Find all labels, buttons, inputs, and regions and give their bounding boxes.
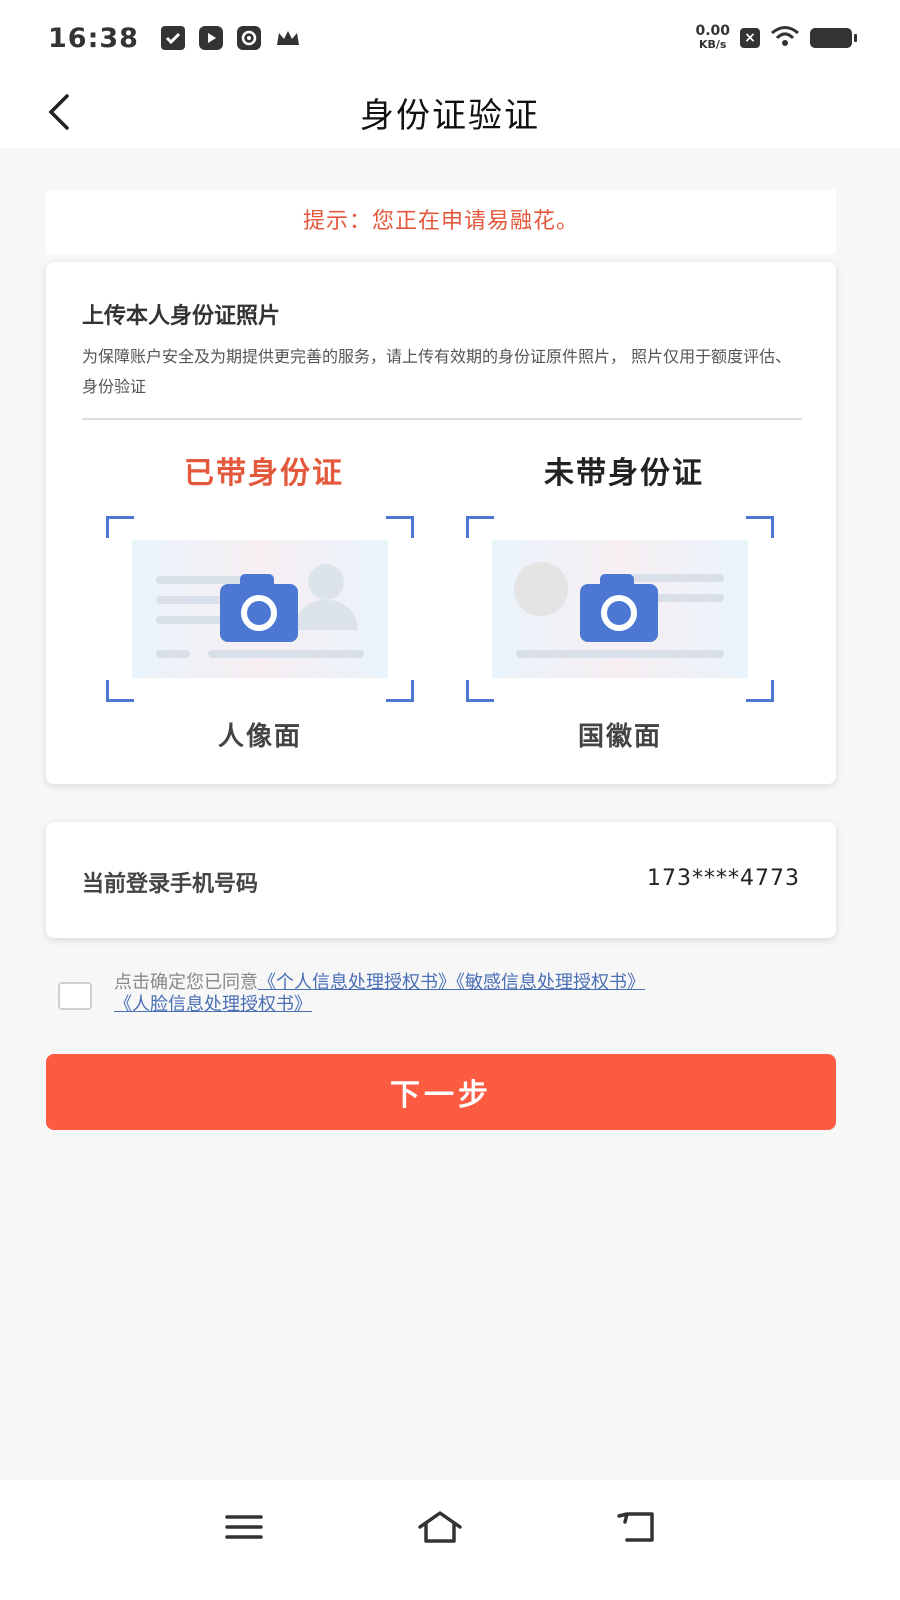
agreement-text: 点击确定您已同意《个人信息处理授权书》《敏感信息处理授权书》《人脸信息处理授权书… <box>114 972 814 1016</box>
id-card-portrait-illustration <box>132 540 388 678</box>
frame-corner <box>746 516 774 538</box>
system-navigation-bar <box>0 1480 900 1600</box>
home-icon <box>418 1511 462 1543</box>
frame-corner <box>106 516 134 538</box>
link-sensitive-info-authorization[interactable]: 《敏感信息处理授权书》 <box>456 972 645 993</box>
battery-icon <box>810 28 857 48</box>
frame-corner <box>466 680 494 702</box>
phone-card: 当前登录手机号码 173****4773 <box>46 822 836 938</box>
camera-icon <box>580 574 658 642</box>
back-arrow-icon <box>617 1512 654 1542</box>
system-back-button[interactable] <box>606 1502 666 1552</box>
status-bar: 16:38 0.00 KB/s × <box>0 0 900 76</box>
divider <box>82 418 802 420</box>
phone-label: 当前登录手机号码 <box>82 872 259 897</box>
placeholder-line <box>208 650 364 658</box>
without-id-heading[interactable]: 未带身份证 <box>464 448 784 492</box>
camera-icon <box>220 574 298 642</box>
portrait-side-label: 人像面 <box>217 722 302 752</box>
page-title: 身份证验证 <box>360 95 540 136</box>
emblem-side-label: 国徽面 <box>577 722 662 752</box>
crown-icon <box>275 28 301 48</box>
upload-description: 为保障账户安全及为期提供更完善的服务，请上传有效期的身份证原件照片， 照片仅用于… <box>82 347 792 396</box>
status-time: 16:38 <box>48 22 139 54</box>
status-system-icons: 0.00 KB/s × <box>695 23 857 51</box>
upload-section-title: 上传本人身份证照片 <box>82 304 281 329</box>
back-button[interactable] <box>30 84 86 140</box>
nav-bar: 身份证验证 <box>0 76 900 148</box>
portrait-side-upload[interactable] <box>104 514 416 704</box>
without-id-heading-wrap: 未带身份证 <box>464 448 784 492</box>
frame-corner <box>466 516 494 538</box>
network-speed-value: 0.00 <box>695 23 730 39</box>
with-id-heading-wrap: 已带身份证 <box>104 448 424 492</box>
close-notify-icon: × <box>740 28 760 48</box>
link-face-info-authorization[interactable]: 《人脸信息处理授权书》 <box>114 994 312 1015</box>
with-id-heading[interactable]: 已带身份证 <box>104 448 424 492</box>
frame-corner <box>106 680 134 702</box>
wifi-icon <box>770 25 800 51</box>
frame-corner <box>386 516 414 538</box>
placeholder-line <box>156 650 190 658</box>
placeholder-line <box>516 650 724 658</box>
national-emblem-icon <box>514 562 568 616</box>
id-upload-card: 上传本人身份证照片 为保障账户安全及为期提供更完善的服务，请上传有效期的身份证原… <box>46 262 836 784</box>
phone-value: 173****4773 <box>647 866 800 891</box>
camera-lens <box>601 595 637 631</box>
emblem-side-upload[interactable] <box>464 514 776 704</box>
placeholder-line <box>632 574 724 582</box>
notification-check-icon <box>160 26 185 50</box>
id-card-emblem-illustration <box>492 540 748 678</box>
notice-banner: 提示：您正在申请易融花。 <box>46 190 836 254</box>
frame-corner <box>386 680 414 702</box>
network-speed: 0.00 KB/s <box>695 23 730 51</box>
agreement-checkbox[interactable] <box>58 982 92 1010</box>
youtube-icon <box>198 26 223 50</box>
link-personal-info-authorization[interactable]: 《个人信息处理授权书》 <box>258 972 456 993</box>
status-notification-icons <box>160 26 301 50</box>
home-button[interactable] <box>410 1502 470 1552</box>
avatar-body <box>294 600 358 630</box>
chevron-left-icon <box>48 94 69 130</box>
menu-icon <box>225 1515 263 1539</box>
avatar-head <box>308 564 344 600</box>
camera-lens <box>241 595 277 631</box>
frame-corner <box>746 680 774 702</box>
network-speed-unit: KB/s <box>698 38 727 51</box>
next-step-button[interactable]: 下一步 <box>46 1054 836 1130</box>
camera-app-icon <box>236 26 261 50</box>
recent-apps-button[interactable] <box>214 1502 274 1552</box>
agreement-prefix: 点击确定您已同意 <box>114 972 258 993</box>
